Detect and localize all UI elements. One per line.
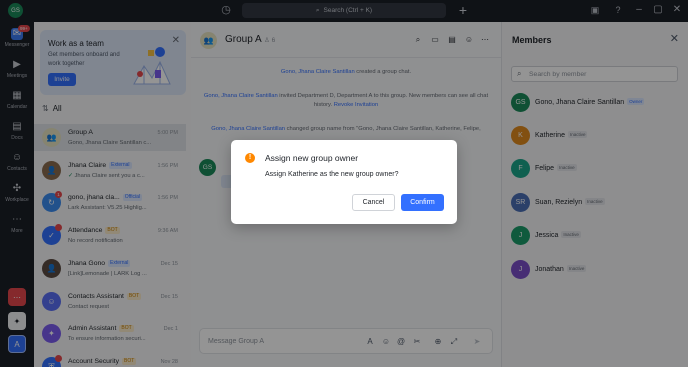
assign-owner-dialog: ! Assign new group owner Assign Katherin… [231, 140, 457, 224]
confirm-button[interactable]: Confirm [401, 194, 444, 211]
cancel-button[interactable]: Cancel [352, 194, 395, 211]
dialog-message: Assign Katherine as the new group owner? [265, 171, 399, 178]
dialog-title: Assign new group owner [265, 153, 359, 163]
warning-icon: ! [245, 153, 255, 163]
